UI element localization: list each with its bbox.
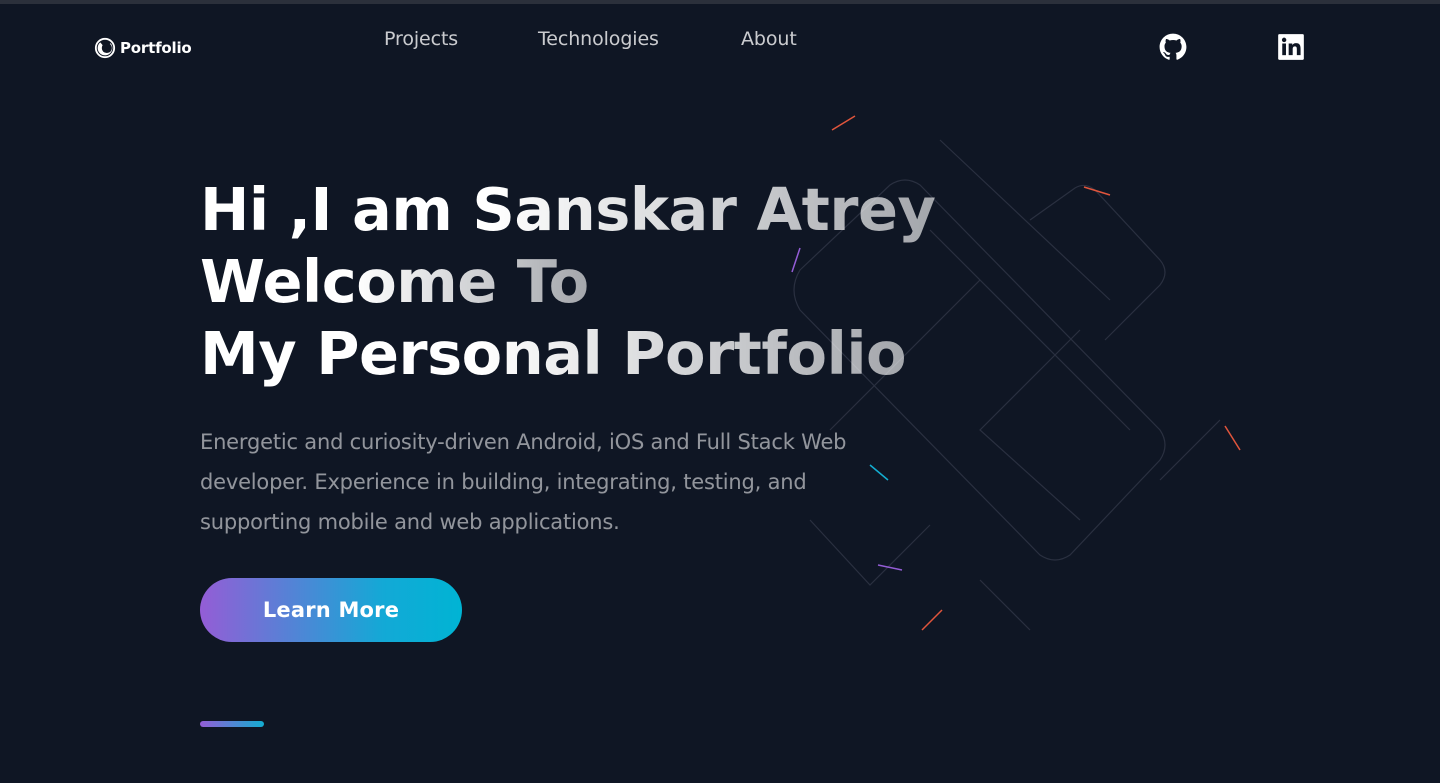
linkedin-icon[interactable] — [1277, 33, 1305, 61]
logo-text: Portfolio — [120, 39, 192, 57]
hero-title-line-3: My Personal Portfolio — [200, 318, 960, 390]
logo-link[interactable]: Portfolio — [94, 37, 192, 59]
hero-my-personal: My Personal — [200, 319, 623, 388]
hero-title-line-3-text: My Personal Portfolio — [200, 318, 906, 390]
logo-icon — [94, 37, 116, 59]
hero-welcome: Welcome To — [200, 247, 589, 316]
hero-title-line-1: Hi ,I am Sanskar Atrey — [200, 174, 960, 246]
hero-title-line-1-text: Hi ,I am Sanskar Atrey — [200, 174, 935, 246]
hero-description: Energetic and curiosity-driven Android, … — [200, 430, 847, 534]
page: Portfolio Projects Technologies About Hi… — [0, 0, 1440, 783]
hero-portfolio-word: Portfolio — [622, 319, 907, 388]
top-border — [0, 0, 1440, 4]
hero-title: Hi ,I am Sanskar Atrey Welcome To My Per… — [200, 174, 960, 390]
hero-greeting: Hi ,I am — [200, 175, 473, 244]
hero-title-line-2: Welcome To — [200, 246, 960, 318]
nav-link-technologies[interactable]: Technologies — [538, 28, 659, 50]
github-icon[interactable] — [1159, 33, 1187, 61]
hero-name: Sanskar Atrey — [472, 175, 936, 244]
nav-link-about[interactable]: About — [741, 28, 797, 50]
nav-link-projects[interactable]: Projects — [384, 28, 458, 50]
learn-more-button[interactable]: Learn More — [200, 578, 462, 642]
section-divider — [200, 721, 264, 727]
